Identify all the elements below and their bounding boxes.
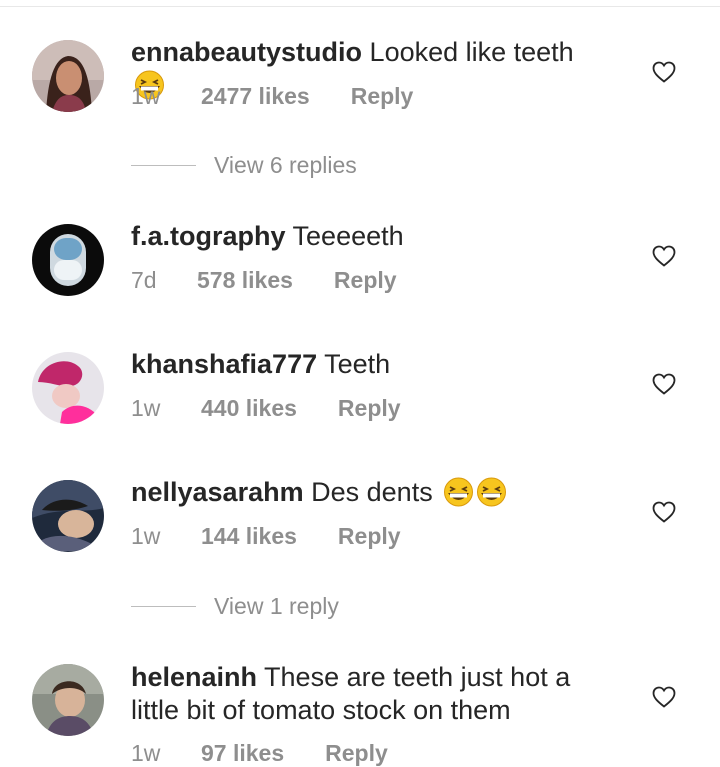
avatar[interactable] [32, 352, 104, 424]
heart-icon[interactable] [652, 373, 676, 395]
like-count[interactable]: 2477 likes [201, 83, 310, 110]
like-count[interactable]: 97 likes [201, 740, 284, 767]
timestamp: 7d [131, 267, 157, 293]
comment-text: nellyasarahm Des dents [131, 476, 611, 509]
view-replies-label[interactable]: View 1 reply [214, 593, 339, 620]
heart-icon[interactable] [652, 501, 676, 523]
view-replies-link[interactable]: View 6 replies [131, 152, 357, 179]
comment-meta: 1w 144 likes Reply [131, 523, 401, 550]
comment-text: khanshafia777 Teeth [131, 348, 611, 381]
comment-body: Looked like teeth [369, 37, 574, 67]
username[interactable]: helenainh [131, 662, 257, 692]
timestamp: 1w [131, 523, 161, 549]
view-replies-label[interactable]: View 6 replies [214, 152, 357, 179]
replies-divider [131, 606, 196, 607]
username[interactable]: khanshafia777 [131, 349, 317, 379]
timestamp: 1w [131, 83, 161, 109]
like-count[interactable]: 440 likes [201, 395, 297, 422]
avatar[interactable] [32, 480, 104, 552]
timestamp: 1w [131, 740, 161, 766]
comment-body: Teeth [324, 349, 391, 379]
heart-icon[interactable] [652, 686, 676, 708]
comment-body: Teeeeeth [292, 221, 404, 251]
comment-body: Des dents [311, 477, 433, 507]
comment-meta: 1w 97 likes Reply [131, 740, 388, 767]
username[interactable]: nellyasarahm [131, 477, 304, 507]
like-count[interactable]: 578 likes [197, 267, 293, 294]
reply-button[interactable]: Reply [338, 523, 401, 550]
reply-button[interactable]: Reply [351, 83, 414, 110]
top-divider [0, 0, 720, 7]
comment-meta: 7d 578 likes Reply [131, 267, 397, 294]
timestamp: 1w [131, 395, 161, 421]
reply-button[interactable]: Reply [338, 395, 401, 422]
like-count[interactable]: 144 likes [201, 523, 297, 550]
comment-text: helenainh These are teeth just hot a lit… [131, 661, 611, 727]
avatar[interactable] [32, 40, 104, 112]
replies-divider [131, 165, 196, 166]
avatar[interactable] [32, 224, 104, 296]
grinning-emoji-icon [475, 477, 508, 507]
username[interactable]: f.a.tography [131, 221, 286, 251]
view-replies-link[interactable]: View 1 reply [131, 593, 339, 620]
heart-icon[interactable] [652, 245, 676, 267]
avatar[interactable] [32, 664, 104, 736]
comment-text: f.a.tography Teeeeeth [131, 220, 611, 253]
comment-meta: 1w 2477 likes Reply [131, 83, 413, 110]
comment-meta: 1w 440 likes Reply [131, 395, 401, 422]
grinning-emoji-icon [442, 477, 475, 507]
reply-button[interactable]: Reply [325, 740, 388, 767]
reply-button[interactable]: Reply [334, 267, 397, 294]
heart-icon[interactable] [652, 61, 676, 83]
username[interactable]: ennabeautystudio [131, 37, 362, 67]
